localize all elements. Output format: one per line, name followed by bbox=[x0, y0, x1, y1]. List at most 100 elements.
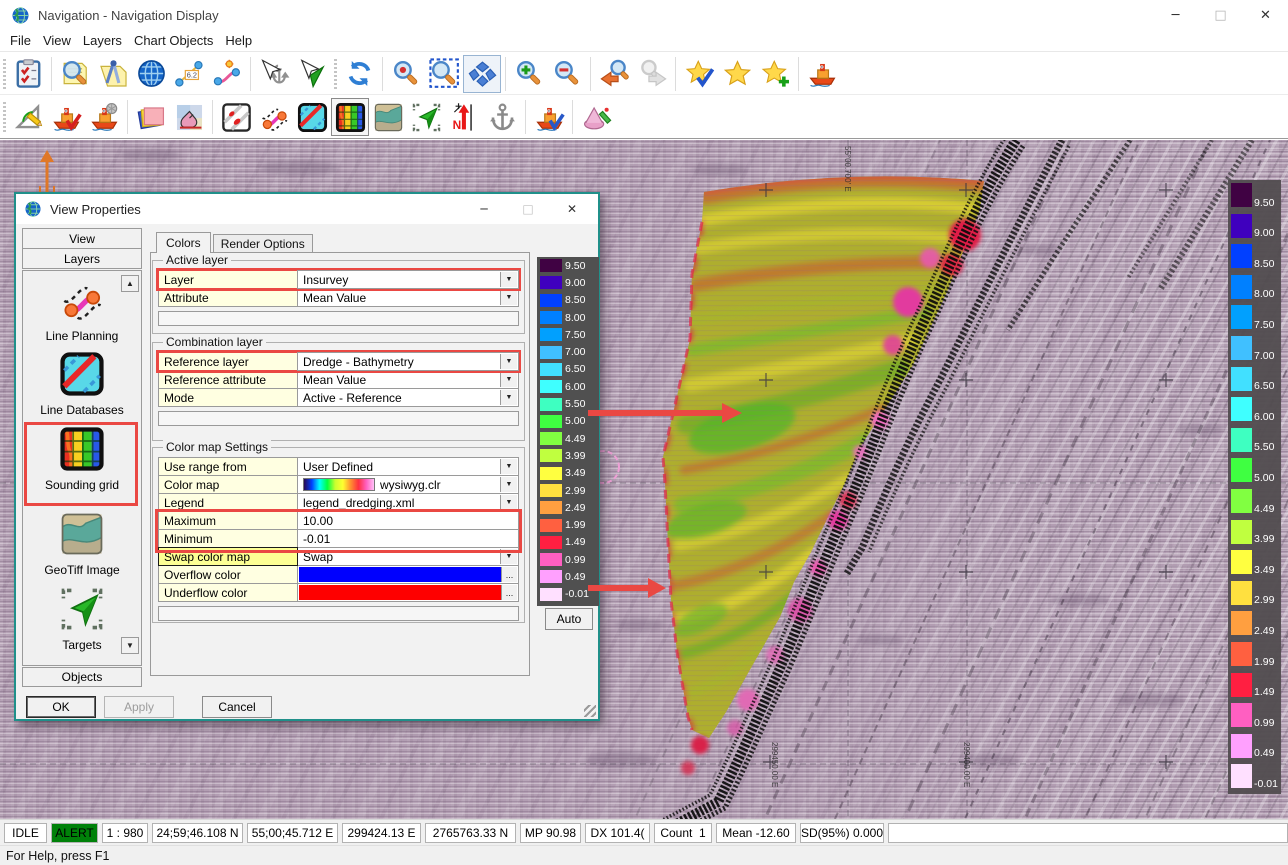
puzzle-button[interactable] bbox=[463, 55, 501, 93]
dropdown-arrow[interactable]: ▼ bbox=[500, 372, 517, 387]
grid-label-1: 55°00.700' E bbox=[843, 146, 852, 192]
toolbar-separator bbox=[675, 57, 676, 91]
dropdown-arrow[interactable]: ▼ bbox=[500, 495, 517, 510]
dialog-minimize-button[interactable]: ─ bbox=[462, 194, 506, 224]
note-search-button[interactable] bbox=[56, 55, 94, 93]
tab-colors[interactable]: Colors bbox=[156, 232, 211, 253]
dialog-close-button[interactable]: ✕ bbox=[550, 194, 594, 224]
star-button[interactable] bbox=[718, 55, 756, 93]
dropdown-arrow[interactable]: ▼ bbox=[500, 549, 517, 564]
menu-layers[interactable]: Layers bbox=[77, 31, 128, 50]
objects-button[interactable]: Objects bbox=[22, 667, 142, 687]
layer-item-line-databases[interactable]: Line Databases bbox=[23, 351, 141, 417]
line-db-button[interactable] bbox=[293, 98, 331, 136]
star-add-button[interactable] bbox=[756, 55, 794, 93]
toolbar-grip[interactable] bbox=[0, 100, 9, 134]
dropdown-arrow[interactable]: ▼ bbox=[500, 477, 517, 492]
scroll-down-button[interactable]: ▼ bbox=[121, 637, 139, 654]
ok-button[interactable]: OK bbox=[26, 696, 96, 718]
geotiff-button[interactable] bbox=[369, 98, 407, 136]
boat-check-button[interactable] bbox=[47, 98, 85, 136]
minimize-button[interactable]: ─ bbox=[1153, 0, 1198, 30]
dropdown-arrow[interactable]: ▼ bbox=[500, 354, 517, 369]
field-value[interactable]: User Defined▼ bbox=[297, 457, 519, 476]
field-value[interactable]: legend_dredging.xml▼ bbox=[297, 493, 519, 512]
sndgrid-button[interactable] bbox=[331, 98, 369, 136]
map-legend-swatch bbox=[1231, 550, 1252, 574]
mag-select-button[interactable] bbox=[425, 55, 463, 93]
legend-row: 9.50 bbox=[537, 257, 599, 274]
color-picker-button[interactable]: ... bbox=[501, 567, 517, 582]
anchor-button[interactable] bbox=[483, 98, 521, 136]
clipboard-button[interactable] bbox=[9, 55, 47, 93]
north-button[interactable]: N bbox=[445, 98, 483, 136]
field-value[interactable]: ... bbox=[297, 565, 519, 584]
curve-button[interactable] bbox=[208, 55, 246, 93]
field-value[interactable]: Dredge - Bathymetry▼ bbox=[297, 352, 519, 371]
layer-item-line-planning[interactable]: Line Planning bbox=[23, 277, 141, 343]
dropdown-arrow[interactable]: ▼ bbox=[500, 290, 517, 305]
cone-button[interactable] bbox=[577, 98, 615, 136]
field-value[interactable]: -0.01 bbox=[297, 529, 519, 548]
protractor-button[interactable] bbox=[9, 98, 47, 136]
menu-view[interactable]: View bbox=[37, 31, 77, 50]
field-value[interactable]: Mean Value▼ bbox=[297, 288, 519, 307]
field-value[interactable]: 10.00 bbox=[297, 511, 519, 530]
mag-red-button[interactable] bbox=[387, 55, 425, 93]
cursor-target-button[interactable] bbox=[293, 55, 331, 93]
field-value[interactable]: Insurvey▼ bbox=[297, 270, 519, 289]
status-alert: ALERT bbox=[51, 823, 98, 843]
view-panel-button[interactable]: View bbox=[22, 228, 142, 249]
field-value[interactable]: Active - Reference▼ bbox=[297, 388, 519, 407]
field-value[interactable]: Swap▼ bbox=[297, 547, 519, 566]
measure-button[interactable]: 6.2 bbox=[170, 55, 208, 93]
layers-panel-button[interactable]: Layers bbox=[22, 248, 142, 269]
targets-button[interactable] bbox=[407, 98, 445, 136]
map-legend-swatch bbox=[1231, 244, 1252, 268]
layer-item-geotiff-image[interactable]: GeoTiff Image bbox=[23, 511, 141, 577]
star-check-button[interactable] bbox=[680, 55, 718, 93]
dropdown-arrow[interactable]: ▼ bbox=[500, 272, 517, 287]
sidescan-button[interactable] bbox=[217, 98, 255, 136]
menu-help[interactable]: Help bbox=[219, 31, 258, 50]
close-button[interactable]: ✕ bbox=[1243, 0, 1288, 30]
chart-sym-button[interactable] bbox=[170, 98, 208, 136]
boat-check2-button[interactable] bbox=[530, 98, 568, 136]
auto-button[interactable]: Auto bbox=[545, 608, 593, 630]
map-legend-row: -0.01 bbox=[1228, 761, 1281, 792]
apply-button[interactable]: Apply bbox=[104, 696, 174, 718]
line-plan-button[interactable] bbox=[255, 98, 293, 136]
refresh-button[interactable] bbox=[340, 55, 378, 93]
field-value[interactable]: Mean Value▼ bbox=[297, 370, 519, 389]
compass-button[interactable] bbox=[94, 55, 132, 93]
boat-button[interactable] bbox=[803, 55, 841, 93]
toolbar-grip[interactable] bbox=[331, 57, 340, 91]
group-title: Combination layer bbox=[163, 335, 266, 349]
resize-grip[interactable] bbox=[584, 705, 596, 717]
cursor-anchor-button[interactable] bbox=[255, 55, 293, 93]
dropdown-arrow[interactable]: ▼ bbox=[500, 459, 517, 474]
field-value[interactable]: wysiwyg.clr▼ bbox=[297, 475, 519, 494]
boat-ball-button[interactable] bbox=[85, 98, 123, 136]
zoom-fwd-icon bbox=[637, 58, 668, 89]
tab-render-options[interactable]: Render Options bbox=[213, 234, 313, 253]
maximize-button[interactable]: □ bbox=[1198, 0, 1243, 30]
papers-button[interactable] bbox=[132, 98, 170, 136]
toolbar-grip[interactable] bbox=[0, 57, 9, 91]
dialog-title-bar[interactable]: View Properties ─ □ ✕ bbox=[16, 194, 598, 224]
globe-button[interactable] bbox=[132, 55, 170, 93]
zoom-back-button[interactable] bbox=[595, 55, 633, 93]
menu-chart-objects[interactable]: Chart Objects bbox=[128, 31, 219, 50]
color-picker-button[interactable]: ... bbox=[501, 585, 517, 600]
zoom-in-button[interactable] bbox=[510, 55, 548, 93]
menu-file[interactable]: File bbox=[4, 31, 37, 50]
zoom-fwd-button[interactable] bbox=[633, 55, 671, 93]
dialog-maximize-button[interactable]: □ bbox=[506, 194, 550, 224]
field-color-map: Color mapwysiwyg.clr▼ bbox=[158, 475, 519, 494]
zoom-out-button[interactable] bbox=[548, 55, 586, 93]
status-cell bbox=[888, 823, 1288, 843]
field-value[interactable]: ... bbox=[297, 583, 519, 602]
dropdown-arrow[interactable]: ▼ bbox=[500, 390, 517, 405]
cancel-button[interactable]: Cancel bbox=[202, 696, 272, 718]
map-legend-value: 8.50 bbox=[1254, 258, 1274, 270]
